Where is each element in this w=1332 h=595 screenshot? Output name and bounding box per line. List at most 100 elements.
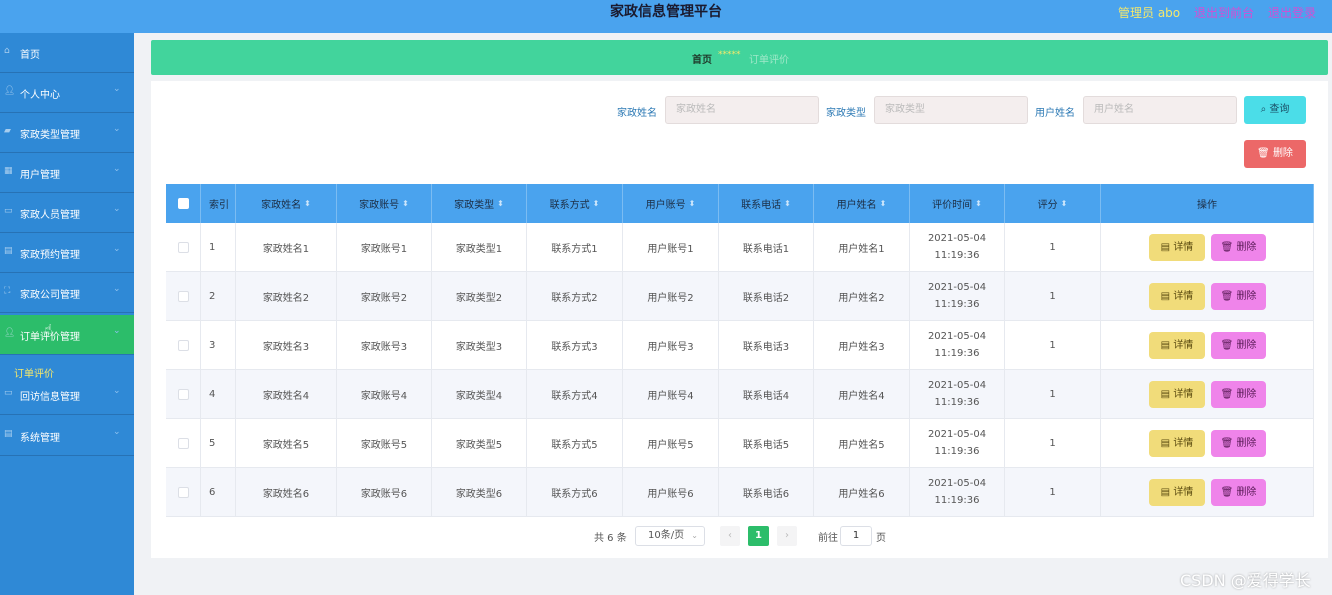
cell-text: 用户姓名2 (838, 292, 885, 304)
search-input-user-name[interactable]: 用户姓名 (1083, 96, 1237, 124)
sort-icon[interactable]: ⬍ (784, 199, 791, 208)
column-header-label: 联系电话 (741, 200, 782, 211)
cell-text: 2021-05-04 11:19:36 (927, 282, 987, 310)
page-size-select[interactable]: 10条/页 ⌄ (635, 526, 705, 546)
sidebar-subitem-order-review[interactable]: 订单评价 (14, 365, 54, 380)
sort-icon[interactable]: ⬍ (593, 199, 600, 208)
column-header-label: 家政姓名 (261, 200, 302, 211)
next-page-button[interactable]: › (777, 526, 797, 546)
sidebar-item-2[interactable]: ▰ 家政类型管理 ⌄ (0, 113, 134, 153)
chevron-down-icon: ⌄ (113, 427, 121, 437)
table-row: 1 家政姓名1 家政账号1 家政类型1 联系方式1 用户账号1 联系电话1 用户姓名1 2021… (166, 223, 1314, 272)
row-delete-button[interactable]: 🗑︎ 删除 (1211, 332, 1266, 359)
chevron-down-icon: ⌄ (113, 244, 121, 254)
sidebar-item-6[interactable]: ⛶ 家政公司管理 ⌄ (0, 273, 134, 313)
sidebar-item-label: 用户管理 (20, 170, 60, 181)
sidebar-item-3[interactable]: ▦ 用户管理 ⌄ (0, 153, 134, 193)
mouse-cursor-icon: ☝ (44, 322, 53, 338)
table-cell-contact: 联系方式1 (527, 223, 623, 271)
row-delete-button[interactable]: 🗑︎ 删除 (1211, 479, 1266, 506)
sort-icon[interactable]: ⬍ (880, 199, 887, 208)
row-checkbox[interactable] (177, 241, 189, 253)
table-cell-user_account: 用户账号1 (623, 223, 719, 271)
sidebar-item-8[interactable]: ▭ 回访信息管理 ⌄ (0, 375, 134, 415)
header-cell[interactable]: 联系方式 ⬍ (527, 184, 623, 223)
table-cell-contact: 联系方式5 (527, 419, 623, 467)
row-delete-button[interactable]: 🗑︎ 删除 (1211, 430, 1266, 457)
sidebar-item-label: 家政公司管理 (20, 290, 80, 301)
cell-text: 用户姓名5 (838, 439, 885, 451)
header-cell[interactable]: 联系电话 ⬍ (719, 184, 814, 223)
sort-icon[interactable]: ⬍ (402, 199, 409, 208)
table-cell-name: 家政姓名4 (236, 370, 337, 418)
sidebar-item-0[interactable]: ⌂ 首页 (0, 33, 134, 73)
cell-text: 用户账号3 (647, 341, 694, 353)
row-checkbox[interactable] (177, 486, 189, 498)
sort-icon[interactable]: ⬍ (975, 199, 982, 208)
cell-text: 联系方式3 (551, 341, 598, 353)
row-delete-button[interactable]: 🗑︎ 删除 (1211, 234, 1266, 261)
header-cell[interactable] (166, 184, 201, 223)
search-button[interactable]: ⌕ 查询 (1244, 96, 1306, 124)
breadcrumb-separator: ***** (718, 50, 741, 60)
sidebar-item-1[interactable]: 👤︎ 个人中心 ⌄ (0, 73, 134, 113)
row-checkbox[interactable] (177, 388, 189, 400)
sort-icon[interactable]: ⬍ (497, 199, 504, 208)
search-input-housekeeper-type[interactable]: 家政类型 (874, 96, 1028, 124)
row-checkbox[interactable] (177, 290, 189, 302)
row-delete-button[interactable]: 🗑︎ 删除 (1211, 381, 1266, 408)
detail-button[interactable]: ▤ 详情 (1149, 332, 1205, 359)
bulk-delete-button[interactable]: 🗑︎ 删除 (1244, 140, 1306, 168)
search-input-housekeeper-name[interactable]: 家政姓名 (665, 96, 819, 124)
table-cell-user_name: 用户姓名6 (814, 468, 910, 516)
row-checkbox[interactable] (177, 437, 189, 449)
detail-button[interactable]: ▤ 详情 (1149, 234, 1205, 261)
table-cell-chk (166, 419, 201, 467)
header-cell[interactable]: 评分 ⬍ (1005, 184, 1101, 223)
detail-button-label: 详情 (1173, 340, 1194, 351)
breadcrumb-home[interactable]: 首页 (692, 51, 712, 66)
back-to-frontend-link[interactable]: 退出到前台 (1194, 4, 1254, 21)
cell-text: 5 (209, 437, 216, 449)
detail-button[interactable]: ▤ 详情 (1149, 479, 1205, 506)
prev-page-button[interactable]: ‹ (720, 526, 740, 546)
sidebar-item-5[interactable]: ▤ 家政预约管理 ⌄ (0, 233, 134, 273)
table-row: 5 家政姓名5 家政账号5 家政类型5 联系方式5 用户账号5 联系电话5 用户姓名5 2021… (166, 419, 1314, 468)
chevron-down-icon: ⌄ (113, 124, 121, 134)
sidebar-item-7[interactable]: 👤︎ 订单评价管理 ⌄ (0, 315, 134, 355)
settings-icon: ▤ (4, 429, 13, 439)
table-cell-user_name: 用户姓名1 (814, 223, 910, 271)
row-delete-button[interactable]: 🗑︎ 删除 (1211, 283, 1266, 310)
trash-icon: 🗑︎ (1257, 148, 1270, 159)
staff-icon: ▭ (4, 206, 13, 216)
table-cell-time: 2021-05-04 11:19:36 (910, 223, 1005, 271)
header-cell[interactable]: 家政姓名 ⬍ (236, 184, 337, 223)
header-cell[interactable]: 用户账号 ⬍ (623, 184, 719, 223)
detail-button[interactable]: ▤ 详情 (1149, 283, 1205, 310)
table-cell-account: 家政账号3 (337, 321, 432, 369)
current-page-button[interactable]: 1 (748, 526, 769, 546)
sort-icon[interactable]: ⬍ (689, 199, 696, 208)
detail-button[interactable]: ▤ 详情 (1149, 381, 1205, 408)
header-cell[interactable]: 评价时间 ⬍ (910, 184, 1005, 223)
table-cell-account: 家政账号1 (337, 223, 432, 271)
logout-link[interactable]: 退出登录 (1268, 4, 1316, 21)
pagination-total: 共 6 条 (594, 533, 627, 544)
sort-icon[interactable]: ⬍ (304, 199, 311, 208)
detail-button[interactable]: ▤ 详情 (1149, 430, 1205, 457)
header-cell[interactable]: 家政账号 ⬍ (337, 184, 432, 223)
select-all-checkbox[interactable] (177, 198, 189, 209)
header-cell[interactable]: 用户姓名 ⬍ (814, 184, 910, 223)
table-cell-type: 家政类型2 (432, 272, 527, 320)
top-bar: 家政信息管理平台 管理员 abo 退出到前台 退出登录 (0, 0, 1332, 33)
sidebar-item-4[interactable]: ▭ 家政人员管理 ⌄ (0, 193, 134, 233)
goto-page-suffix: 页 (876, 533, 886, 544)
sort-icon[interactable]: ⬍ (1061, 199, 1068, 208)
cell-text: 2 (209, 290, 216, 302)
header-cell[interactable]: 家政类型 ⬍ (432, 184, 527, 223)
table-cell-name: 家政姓名6 (236, 468, 337, 516)
table-row: 4 家政姓名4 家政账号4 家政类型4 联系方式4 用户账号4 联系电话4 用户姓名4 2021… (166, 370, 1314, 419)
row-checkbox[interactable] (177, 339, 189, 351)
sidebar-item-9[interactable]: ▤ 系统管理 ⌄ (0, 416, 134, 456)
goto-page-input[interactable]: 1 (840, 526, 872, 546)
